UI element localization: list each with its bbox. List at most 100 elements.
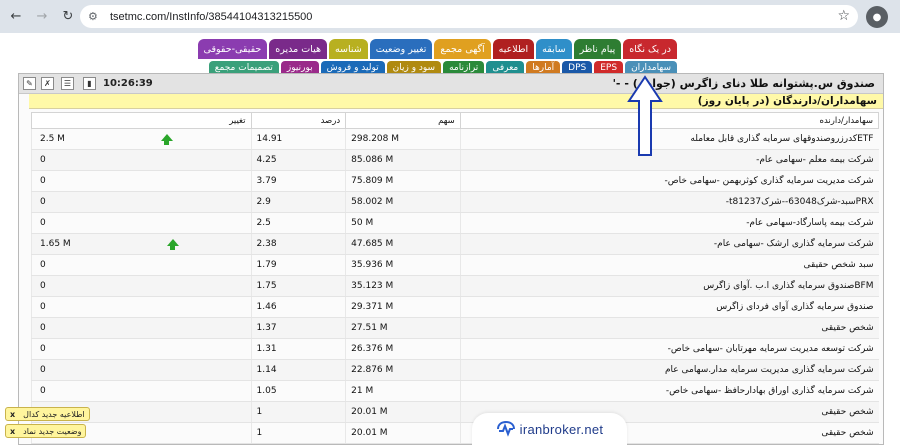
change-cell: 2.5 M — [31, 128, 251, 150]
profile-avatar[interactable]: ● — [866, 6, 888, 28]
holder-cell: سبد شخص حقیقی — [459, 254, 879, 276]
table-row[interactable]: PRXسبد-شرک63048--شرکt81237- 58.002 M 2.9 0 — [31, 191, 879, 213]
holder-cell: صندوق سرمایه گذاری آوای فردای زاگرس — [459, 296, 879, 318]
holder-cell: شرکت سرمایه گذاری اوراق بهادارحافظ -سهام… — [459, 380, 879, 402]
change-value: 0 — [40, 386, 46, 396]
shares-cell: 75.809 M — [345, 170, 461, 192]
primary-tabs: در یک نگاه پیام ناظر سابقه اطلاعیه آگهی مجمع… — [197, 39, 677, 59]
shares-cell: 21 M — [345, 380, 461, 402]
arrow-up-icon — [166, 239, 179, 250]
holder-cell: BFMصندوق سرمایه گذاری ا.ب .آوای زاگرس — [459, 275, 879, 297]
tab-tabs-row1-0[interactable]: در یک نگاه — [623, 39, 677, 59]
percent-cell: 1.05 — [250, 380, 346, 402]
table-row[interactable]: شرکت مدیریت سرمایه گذاری کوثربهمن -سهامی… — [31, 170, 879, 192]
tab-tabs-row1-4[interactable]: آگهی مجمع — [434, 39, 491, 59]
table-row[interactable]: ETFکدرزروصندوقهای سرمایه گذاری قابل معام… — [31, 128, 879, 150]
percent-cell: 2.9 — [250, 191, 346, 213]
pointer-arrow-icon — [627, 75, 663, 156]
percent-cell: 1.31 — [250, 338, 346, 360]
table-row[interactable]: شرکت بیمه پاسارگاد-سهامی عام- 50 M 2.5 0 — [31, 212, 879, 234]
percent-cell: 1.79 — [250, 254, 346, 276]
percent-cell: 1 — [250, 401, 346, 423]
holder-cell: شرکت بیمه پاسارگاد-سهامی عام- — [459, 212, 879, 234]
table-row[interactable]: شخص حقیقی20.01 M10 — [31, 401, 879, 423]
shares-cell: 22.876 M — [345, 359, 461, 381]
table-row[interactable]: شرکت توسعه مدیریت سرمایه مهرتابان -سهامی… — [31, 338, 879, 360]
change-value: 0 — [40, 323, 46, 333]
watermark: iranbroker.net — [472, 413, 627, 445]
tab-tabs-row1-7[interactable]: هیات مدیره — [269, 39, 327, 59]
holder-cell: شرکت توسعه مدیریت سرمایه مهرتابان -سهامی… — [459, 338, 879, 360]
shares-cell: 26.376 M — [345, 338, 461, 360]
percent-cell: 1 — [250, 422, 346, 444]
table-row[interactable]: صندوق سرمایه گذاری آوای فردای زاگرس 29.37… — [31, 296, 879, 318]
table-row[interactable]: سبد شخص حقیقی 35.936 M 1.79 0 — [31, 254, 879, 276]
tab-tabs-row1-2[interactable]: سابقه — [536, 39, 572, 59]
column-header-holder: سهامدار/دارنده — [459, 112, 880, 129]
tab-tabs-row1-3[interactable]: اطلاعیه — [492, 39, 535, 59]
shares-cell: 29.371 M — [345, 296, 461, 318]
column-header-percent: درصد — [250, 112, 347, 129]
tab-tabs-row1-6[interactable]: شناسه — [328, 39, 368, 59]
holder-cell: شرکت سرمایه گذاری مدیریت سرمایه مدار.سها… — [459, 359, 879, 381]
change-cell: 0 — [31, 317, 251, 339]
percent-cell: 4.25 — [250, 149, 346, 171]
table-row[interactable]: شخص حقیقی 27.51 M 1.37 0 — [31, 317, 879, 339]
percent-cell: 1.14 — [250, 359, 346, 381]
table-header-row: سهامدار/دارنده سهم درصد تغییر — [31, 112, 880, 129]
change-value: 0 — [40, 281, 46, 291]
shares-cell: 298.208 M — [345, 128, 461, 150]
bar-chart-icon[interactable]: ▮ — [83, 77, 96, 90]
holder-cell: ETFکدرزروصندوقهای سرمایه گذاری قابل معام… — [459, 128, 879, 150]
edit-icon[interactable]: ✎ — [23, 77, 36, 90]
change-value: 0 — [40, 197, 46, 207]
reload-button[interactable]: ↻ — [58, 7, 78, 27]
change-value: 0 — [40, 260, 46, 270]
change-cell: 0 — [31, 359, 251, 381]
table-row[interactable]: شرکت بیمه معلم -سهامی عام- 85.086 M 4.25 0 — [31, 149, 879, 171]
change-cell: 0 — [31, 170, 251, 192]
tab-tabs-row1-5[interactable]: تغییر وضعیت — [369, 39, 433, 59]
chart-tool-icon[interactable]: ✗ — [41, 77, 54, 90]
table-row[interactable]: شرکت سرمایه گذاری مدیریت سرمایه مدار.سها… — [31, 359, 879, 381]
change-value: 0 — [40, 344, 46, 354]
site-info-icon[interactable]: ⚙ — [88, 10, 104, 23]
change-value: 1.65 M — [40, 239, 71, 249]
notification-codal[interactable]: اطلاعیه جدید کدال x — [5, 407, 90, 421]
table-row[interactable]: شخص حقیقی20.01 M10 — [31, 422, 879, 444]
bookmark-star-icon[interactable]: ☆ — [837, 8, 850, 24]
change-value: 0 — [40, 176, 46, 186]
address-bar[interactable]: ⚙ tsetmc.com/InstInfo/38544104313215500 … — [80, 5, 858, 28]
change-value: 0 — [40, 218, 46, 228]
back-button[interactable]: ← — [6, 7, 26, 27]
table-icon[interactable]: ☰ — [61, 77, 74, 90]
shareholders-panel: ✎ ✗ ☰ ▮ 10:26:39 صندوق س.پشتوانه طلا دنا… — [18, 73, 884, 445]
tab-tabs-row1-1[interactable]: پیام ناظر — [573, 39, 622, 59]
column-header-change: تغییر — [31, 112, 252, 129]
change-value: 2.5 M — [40, 134, 65, 144]
change-cell: 0 — [31, 149, 251, 171]
section-title: سهامداران/دارندگان (در پایان روز) — [29, 94, 883, 109]
percent-cell: 14.91 — [250, 128, 346, 150]
arrow-left-icon: ← — [10, 9, 22, 24]
forward-button[interactable]: → — [32, 7, 52, 27]
table-row[interactable]: BFMصندوق سرمایه گذاری ا.ب .آوای زاگرس 35.… — [31, 275, 879, 297]
notification-status[interactable]: وضعیت جدید نماد x — [5, 424, 87, 438]
table-row[interactable]: شرکت سرمایه گذاری ارشک -سهامی عام- 47.685… — [31, 233, 879, 255]
shares-cell: 50 M — [345, 212, 461, 234]
change-cell: 0 — [31, 338, 251, 360]
table-row[interactable]: شرکت سرمایه گذاری اوراق بهادارحافظ -سهام… — [31, 380, 879, 402]
change-cell: 0 — [31, 254, 251, 276]
watermark-text: iranbroker.net — [519, 421, 604, 437]
close-icon[interactable]: x — [10, 427, 15, 436]
shares-cell: 20.01 M — [345, 401, 461, 423]
notification-label: اطلاعیه جدید کدال — [23, 409, 85, 419]
holder-cell: PRXسبد-شرک63048--شرکt81237- — [459, 191, 879, 213]
panel-header: ✎ ✗ ☰ ▮ 10:26:39 صندوق س.پشتوانه طلا دنا… — [19, 74, 883, 94]
shares-cell: 35.936 M — [345, 254, 461, 276]
shares-cell: 35.123 M — [345, 275, 461, 297]
percent-cell: 1.75 — [250, 275, 346, 297]
close-icon[interactable]: x — [10, 410, 15, 419]
notification-label: وضعیت جدید نماد — [23, 426, 82, 436]
tab-tabs-row1-8[interactable]: حقیقی-حقوقی — [197, 39, 268, 59]
